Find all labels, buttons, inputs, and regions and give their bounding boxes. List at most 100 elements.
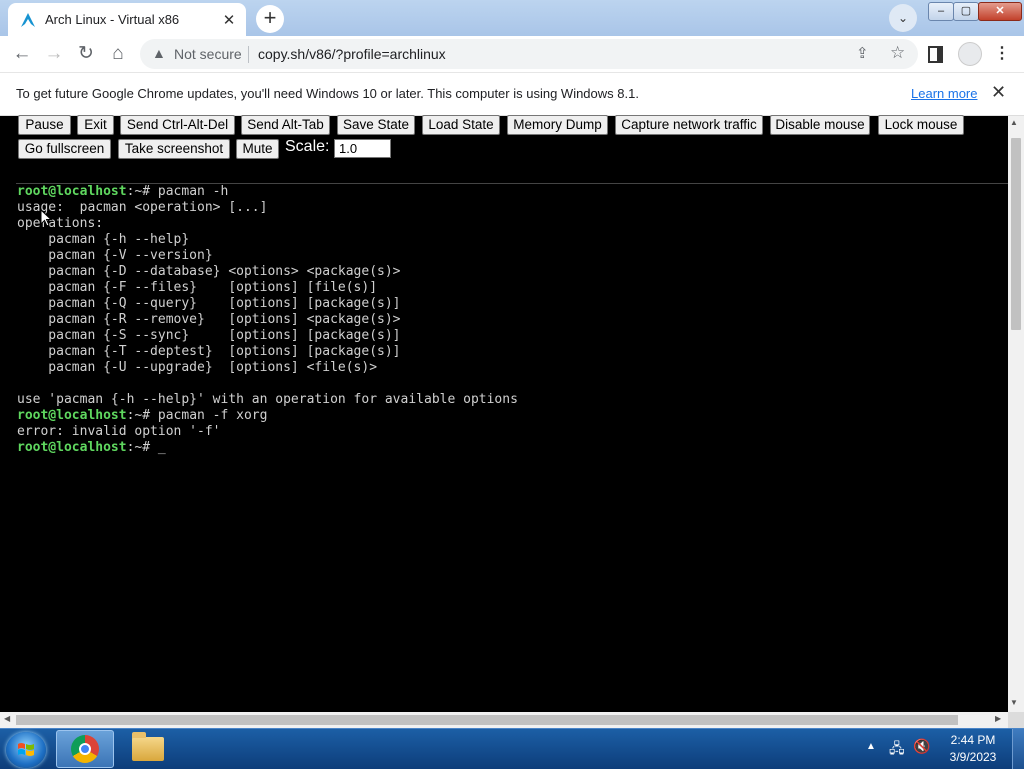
clock-time[interactable]: 2:44 PM [938, 733, 1008, 747]
window-close-button[interactable]: ✕ [978, 2, 1022, 21]
new-tab-button[interactable]: + [256, 5, 284, 33]
tab-close-icon[interactable]: ✕ [218, 11, 240, 29]
terminal-line: root@localhost:~# pacman -f xorg [17, 408, 1007, 424]
terminal-line: usage: pacman <operation> [...] [17, 200, 1007, 216]
address-bar[interactable]: ▲ Not secure copy.sh/v86/?profile=archli… [140, 39, 918, 69]
side-panel-icon[interactable] [928, 46, 943, 63]
window-maximize-button[interactable]: ▢ [953, 2, 979, 21]
window-minimize-button[interactable]: – [928, 2, 954, 21]
memory-dump-button[interactable]: Memory Dump [507, 115, 608, 135]
warning-icon[interactable]: ▲ [152, 45, 166, 61]
folder-icon [132, 732, 164, 761]
terminal-line: pacman {-D --database} <options> <packag… [17, 264, 1007, 280]
terminal-output: usage: pacman <operation> [...] [17, 200, 268, 215]
scale-input[interactable] [334, 139, 391, 158]
share-icon[interactable]: ⇪ [856, 44, 869, 62]
tab-title: Arch Linux - Virtual x86 [45, 12, 180, 27]
capture-network-traffic-button[interactable]: Capture network traffic [615, 115, 763, 135]
scrollbar-corner [1008, 712, 1024, 728]
terminal-output: pacman {-T --deptest} [options] [package… [17, 344, 401, 359]
browser-toolbar: ← → ↻ ⌂ ▲ Not secure copy.sh/v86/?profil… [0, 36, 1024, 73]
arch-linux-favicon-icon [21, 12, 35, 27]
terminal-line: pacman {-Q --query} [options] [package(s… [17, 296, 1007, 312]
exit-button[interactable]: Exit [77, 115, 114, 135]
take-screenshot-button[interactable]: Take screenshot [118, 139, 230, 159]
pause-button[interactable]: Pause [18, 115, 71, 135]
infobar-close-icon[interactable]: ✕ [991, 82, 1006, 103]
terminal-line: pacman {-h --help} [17, 232, 1007, 248]
home-icon[interactable]: ⌂ [104, 40, 132, 68]
terminal-line: error: invalid option '-f' [17, 424, 1007, 440]
scroll-down-arrow-icon[interactable]: ▼ [1010, 698, 1018, 707]
terminal-line: pacman {-R --remove} [options] <package(… [17, 312, 1007, 328]
taskbar-file-explorer-button[interactable] [122, 731, 172, 767]
network-icon[interactable]: 🖧 [889, 738, 905, 762]
terminal-line: operations: [17, 216, 1007, 232]
emulator-screen[interactable]: root@localhost:~# pacman -h usage: pacman… [17, 184, 1007, 711]
forward-arrow-icon[interactable]: → [40, 40, 68, 68]
terminal-output: pacman {-U --upgrade} [options] <file(s)… [17, 360, 378, 375]
windows-logo-icon [18, 743, 34, 756]
load-state-button[interactable]: Load State [422, 115, 500, 135]
browser-tab[interactable]: Arch Linux - Virtual x86 ✕ [8, 3, 246, 36]
terminal-line: pacman {-V --version} [17, 248, 1007, 264]
send-ctrl-alt-del-button[interactable]: Send Ctrl-Alt-Del [120, 115, 235, 135]
back-arrow-icon[interactable]: ← [8, 40, 36, 68]
clock-date[interactable]: 3/9/2023 [938, 750, 1008, 764]
terminal-line: pacman {-S --sync} [options] [package(s)… [17, 328, 1007, 344]
terminal-output: operations: [17, 216, 104, 231]
show-desktop-button[interactable] [1012, 729, 1024, 769]
omnibox-divider [248, 46, 249, 63]
reload-icon[interactable]: ↻ [72, 40, 100, 68]
terminal-output: pacman {-R --remove} [options] <package(… [17, 312, 401, 327]
terminal-line: pacman {-T --deptest} [options] [package… [17, 344, 1007, 360]
terminal-output: use 'pacman {-h --help}' with an operati… [17, 392, 518, 407]
terminal-line: pacman {-U --upgrade} [options] <file(s)… [17, 360, 1007, 376]
taskbar-chrome-button[interactable] [56, 730, 114, 768]
terminal-line: root@localhost:~# _ [17, 440, 1007, 456]
profile-avatar-icon[interactable] [958, 42, 982, 66]
terminal-line: use 'pacman {-h --help}' with an operati… [17, 392, 1007, 408]
save-state-button[interactable]: Save State [337, 115, 415, 135]
vertical-scroll-thumb[interactable] [1011, 138, 1021, 330]
terminal-cursor: _ [157, 440, 166, 455]
tab-search-chevron-icon[interactable]: ⌄ [889, 4, 917, 32]
learn-more-link[interactable]: Learn more [911, 86, 977, 101]
shell-prompt: root@localhost [17, 440, 127, 455]
scroll-up-arrow-icon[interactable]: ▲ [1010, 118, 1018, 127]
bookmark-star-icon[interactable]: ☆ [890, 43, 905, 63]
scroll-left-arrow-icon[interactable]: ◀ [4, 714, 10, 723]
start-button[interactable] [6, 732, 46, 768]
terminal-line: pacman {-F --files} [options] [file(s)] [17, 280, 1007, 296]
shell-command: :~# pacman -f xorg [126, 408, 268, 423]
terminal-output: error: invalid option '-f' [17, 424, 221, 439]
terminal-output: pacman {-Q --query} [options] [package(s… [17, 296, 401, 311]
infobar-message: To get future Google Chrome updates, you… [16, 86, 639, 101]
horizontal-scroll-thumb[interactable] [16, 715, 958, 725]
terminal-line: root@localhost:~# pacman -h [17, 184, 1007, 200]
shell-command: :~# [126, 440, 158, 455]
mute-button[interactable]: Mute [236, 139, 279, 159]
show-hidden-icons-chevron-icon[interactable]: ▲ [866, 741, 876, 752]
disable-mouse-button[interactable]: Disable mouse [770, 115, 870, 135]
volume-muted-icon[interactable]: 🔇 [913, 738, 930, 755]
not-secure-label[interactable]: Not secure [174, 46, 242, 62]
terminal-output: pacman {-V --version} [17, 248, 213, 263]
windows-taskbar: ▲ 🖧 🔇 2:44 PM 3/9/2023 [0, 728, 1024, 769]
chrome-icon [71, 735, 99, 763]
shell-command: :~# pacman -h [126, 184, 229, 199]
scroll-right-arrow-icon[interactable]: ▶ [995, 714, 1001, 723]
kebab-menu-icon[interactable]: ⋮ [994, 43, 1010, 63]
browser-titlebar: Arch Linux - Virtual x86 ✕ + ⌄ – ▢ ✕ [0, 0, 1024, 36]
terminal-output: pacman {-F --files} [options] [file(s)] [17, 280, 378, 295]
terminal-output: pacman {-S --sync} [options] [package(s)… [17, 328, 401, 343]
url-text[interactable]: copy.sh/v86/?profile=archlinux [258, 46, 446, 62]
go-fullscreen-button[interactable]: Go fullscreen [18, 139, 111, 159]
shell-prompt: root@localhost [17, 184, 127, 199]
lock-mouse-button[interactable]: Lock mouse [878, 115, 964, 135]
shell-prompt: root@localhost [17, 408, 127, 423]
send-alt-tab-button[interactable]: Send Alt-Tab [241, 115, 330, 135]
mouse-pointer-icon [40, 209, 52, 227]
scale-label: Scale: [285, 138, 330, 155]
